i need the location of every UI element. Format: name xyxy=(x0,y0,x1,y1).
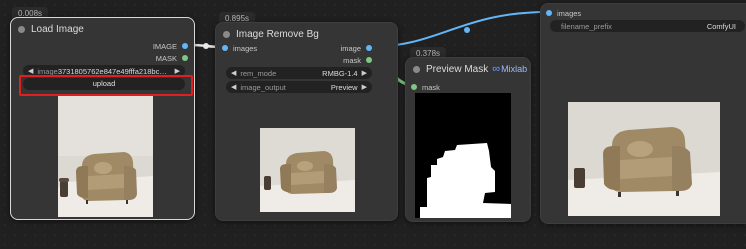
node-graph-canvas[interactable]: 0.008s Load Image IMAGE MASK ◀ image 373… xyxy=(0,0,746,249)
input-mask-dot-icon[interactable] xyxy=(411,84,417,90)
output-mask-dot-icon[interactable] xyxy=(366,57,372,63)
saved-image-preview xyxy=(568,102,720,216)
output-image-slot[interactable]: image xyxy=(341,42,372,54)
filename-prefix-widget[interactable]: filename_prefix ComfyUI xyxy=(550,20,745,32)
preview-mask-node[interactable]: Preview Mask ∞ Mixlab mask xyxy=(405,57,531,222)
mask-silhouette xyxy=(415,93,511,218)
rem-mode-value: RMBG-1.4 xyxy=(322,68,358,78)
input-images-slot[interactable]: images xyxy=(546,7,581,19)
prev-arrow-icon[interactable]: ◀ xyxy=(231,69,236,77)
output-mask-label: mask xyxy=(343,55,361,65)
image-output-value: Preview xyxy=(330,82,358,92)
output-image-label: image xyxy=(340,43,361,53)
filename-prefix-label: filename_prefix xyxy=(561,21,612,31)
armchair-photo xyxy=(260,128,355,212)
output-image-slot[interactable]: IMAGE xyxy=(153,40,188,52)
output-image-dot-icon[interactable] xyxy=(366,45,372,51)
filename-prefix-value: ComfyUI xyxy=(706,21,736,31)
armchair-photo xyxy=(58,96,153,217)
prev-arrow-icon[interactable]: ◀ xyxy=(231,83,236,91)
next-arrow-icon[interactable]: ▶ xyxy=(362,69,367,77)
output-mask-dot-icon[interactable] xyxy=(182,55,188,61)
rem-mode-label: rem_mode xyxy=(240,68,277,78)
output-image-dot-icon[interactable] xyxy=(182,43,188,49)
mixlab-badge: ∞ Mixlab xyxy=(492,63,527,75)
output-mask-slot[interactable]: MASK xyxy=(156,52,188,64)
preview-mask-title: Preview Mask xyxy=(426,63,489,75)
input-images-label: images xyxy=(557,8,582,18)
bg-removed-preview xyxy=(260,128,355,212)
image-output-widget[interactable]: ◀ image_output Preview ▶ xyxy=(226,81,372,93)
upload-highlight-box xyxy=(19,75,193,96)
mask-preview xyxy=(415,93,511,218)
output-image-label: IMAGE xyxy=(152,41,177,51)
image-output-label: image_output xyxy=(240,82,286,92)
collapse-dot-icon[interactable] xyxy=(18,25,25,33)
load-image-title-bar[interactable]: Load Image xyxy=(11,18,194,40)
input-mask-label: mask xyxy=(422,82,440,92)
load-image-node[interactable]: Load Image IMAGE MASK ◀ image 3731805762… xyxy=(10,17,195,220)
output-mask-label: MASK xyxy=(155,53,177,63)
preview-mask-title-bar[interactable]: Preview Mask ∞ Mixlab xyxy=(406,58,530,80)
infinity-icon: ∞ xyxy=(492,63,501,75)
input-images-label: images xyxy=(233,43,258,53)
next-arrow-icon[interactable]: ▶ xyxy=(362,83,367,91)
loaded-image-preview xyxy=(58,96,153,217)
output-mask-slot[interactable]: mask xyxy=(343,54,372,66)
armchair-photo xyxy=(568,102,720,216)
load-image-title: Load Image xyxy=(31,23,84,35)
prev-arrow-icon[interactable]: ◀ xyxy=(28,67,33,75)
mixlab-badge-label: Mixlab xyxy=(501,64,528,74)
rem-mode-widget[interactable]: ◀ rem_mode RMBG-1.4 ▶ xyxy=(226,67,372,79)
collapse-dot-icon[interactable] xyxy=(413,65,420,73)
collapse-dot-icon[interactable] xyxy=(223,30,230,38)
next-arrow-icon[interactable]: ▶ xyxy=(175,67,180,75)
input-images-dot-icon[interactable] xyxy=(222,45,228,51)
input-images-slot[interactable]: images xyxy=(222,42,257,54)
remove-bg-title: Image Remove Bg xyxy=(236,28,319,40)
save-image-node[interactable]: images filename_prefix ComfyUI xyxy=(540,3,746,224)
image-remove-bg-node[interactable]: Image Remove Bg images image mask ◀ rem_… xyxy=(215,22,398,221)
input-images-dot-icon[interactable] xyxy=(546,10,552,16)
input-mask-slot[interactable]: mask xyxy=(411,81,440,93)
